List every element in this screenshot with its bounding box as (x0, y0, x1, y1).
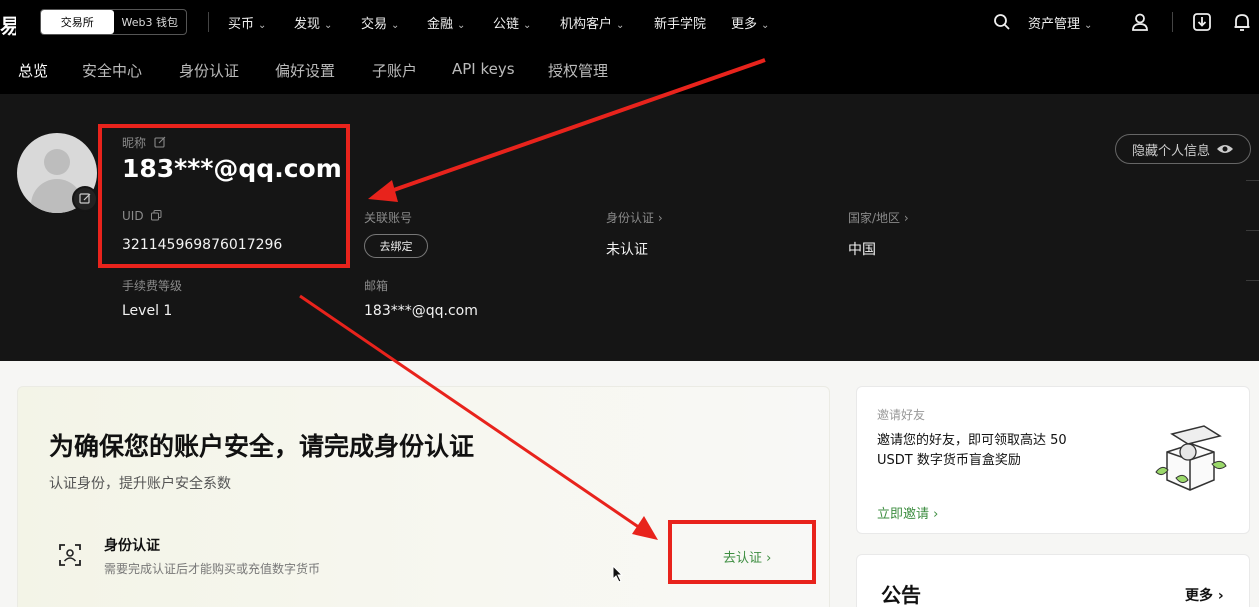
divider (1246, 280, 1259, 281)
hide-personal-info-button[interactable]: 隐藏个人信息 (1115, 134, 1251, 164)
identity-item-title: 身份认证 (104, 538, 160, 554)
hide-personal-info-label: 隐藏个人信息 (1131, 143, 1210, 159)
mode-switch: 交易所 Web3 钱包 (40, 9, 187, 35)
edit-avatar-icon[interactable] (72, 186, 98, 212)
tab-exchange[interactable]: 交易所 (41, 10, 114, 34)
invite-label: 邀请好友 (877, 408, 926, 422)
invite-friends-card: 邀请好友 邀请您的好友，即可领取高达 50 USDT 数字货币盲盒奖励 立即邀请… (856, 386, 1250, 534)
divider (1172, 12, 1173, 32)
nav-trade[interactable]: 交易 ⌄ (361, 13, 399, 32)
announcement-more-link[interactable]: 更多 › (1185, 585, 1224, 605)
top-navigation-bar: 易 交易所 Web3 钱包 买币 ⌄ 发现 ⌄ 交易 ⌄ 金融 ⌄ 公链 ⌄ 机构客户 ⌄ … (0, 0, 1259, 44)
verification-subtitle: 认证身份，提升账户安全系数 (49, 476, 231, 492)
logo[interactable]: 易 (0, 10, 16, 39)
annotation-box-go-verify (668, 520, 816, 584)
linked-account-label: 关联账号 (364, 211, 413, 225)
divider (1246, 180, 1259, 181)
nav-institutional[interactable]: 机构客户 ⌄ (560, 13, 624, 32)
announcement-title: 公告 (881, 583, 921, 607)
annotation-box-account-info (98, 124, 350, 268)
nav-chain[interactable]: 公链 ⌄ (493, 13, 531, 32)
bell-icon[interactable] (1230, 10, 1254, 34)
mouse-cursor-icon (612, 564, 624, 587)
nav-buy-crypto[interactable]: 买币 ⌄ (228, 13, 266, 32)
tab-api-keys[interactable]: API keys (452, 60, 515, 78)
chevron-down-icon: ⌄ (616, 20, 625, 31)
chevron-down-icon: ⌄ (391, 20, 400, 31)
invite-now-link[interactable]: 立即邀请 › (877, 503, 938, 522)
fee-level-label: 手续费等级 (122, 279, 183, 293)
chevron-down-icon: ⌄ (258, 20, 267, 31)
chevron-down-icon: ⌄ (324, 20, 333, 31)
announcement-card: 公告 更多 › (856, 554, 1250, 607)
tab-web3-wallet[interactable]: Web3 钱包 (114, 10, 187, 34)
verification-title: 为确保您的账户安全，请完成身份认证 (49, 432, 475, 461)
assets-menu[interactable]: 资产管理 ⌄ (1028, 13, 1092, 32)
download-icon[interactable] (1190, 10, 1214, 34)
chevron-down-icon: ⌄ (1084, 20, 1093, 31)
invite-description: 邀请您的好友，即可领取高达 50 USDT 数字货币盲盒奖励 (877, 433, 1067, 468)
identity-status-value: 未认证 (606, 242, 648, 258)
nav-more[interactable]: 更多 ⌄ (731, 13, 769, 32)
chevron-down-icon: ⌄ (523, 20, 532, 31)
content-area: 为确保您的账户安全，请完成身份认证 认证身份，提升账户安全系数 身份认证 需要完… (0, 361, 1259, 607)
tab-overview[interactable]: 总览 (18, 60, 48, 81)
divider (208, 12, 209, 32)
identity-item-description: 需要完成认证后才能购买或充值数字货币 (104, 562, 321, 576)
identity-verification-link[interactable]: 身份认证 › (606, 209, 663, 226)
tab-security-center[interactable]: 安全中心 (82, 60, 142, 81)
tab-preferences[interactable]: 偏好设置 (275, 60, 335, 81)
chevron-down-icon: ⌄ (457, 20, 466, 31)
divider (1246, 230, 1259, 231)
bind-account-button[interactable]: 去绑定 (364, 234, 428, 258)
nav-finance[interactable]: 金融 ⌄ (427, 13, 465, 32)
user-icon[interactable] (1128, 10, 1152, 34)
avatar-head-shape (44, 149, 70, 175)
country-value: 中国 (848, 242, 876, 258)
account-subnav: 总览 安全中心 身份认证 偏好设置 子账户 API keys 授权管理 (0, 44, 1259, 94)
tab-sub-accounts[interactable]: 子账户 (372, 60, 417, 81)
nav-discover[interactable]: 发现 ⌄ (294, 13, 332, 32)
email-value: 183***@qq.com (364, 303, 478, 319)
fee-level-value: Level 1 (122, 303, 173, 319)
country-region-link[interactable]: 国家/地区 › (848, 209, 909, 226)
gift-box-icon (1142, 422, 1232, 502)
face-scan-icon (58, 543, 82, 567)
email-label: 邮箱 (364, 279, 389, 293)
eye-icon (1217, 145, 1233, 153)
tab-authorization[interactable]: 授权管理 (548, 60, 608, 81)
tab-identity-verification[interactable]: 身份认证 (179, 60, 239, 81)
chevron-down-icon: ⌄ (761, 20, 770, 31)
search-icon[interactable] (990, 10, 1014, 34)
nav-academy[interactable]: 新手学院 (654, 13, 706, 32)
